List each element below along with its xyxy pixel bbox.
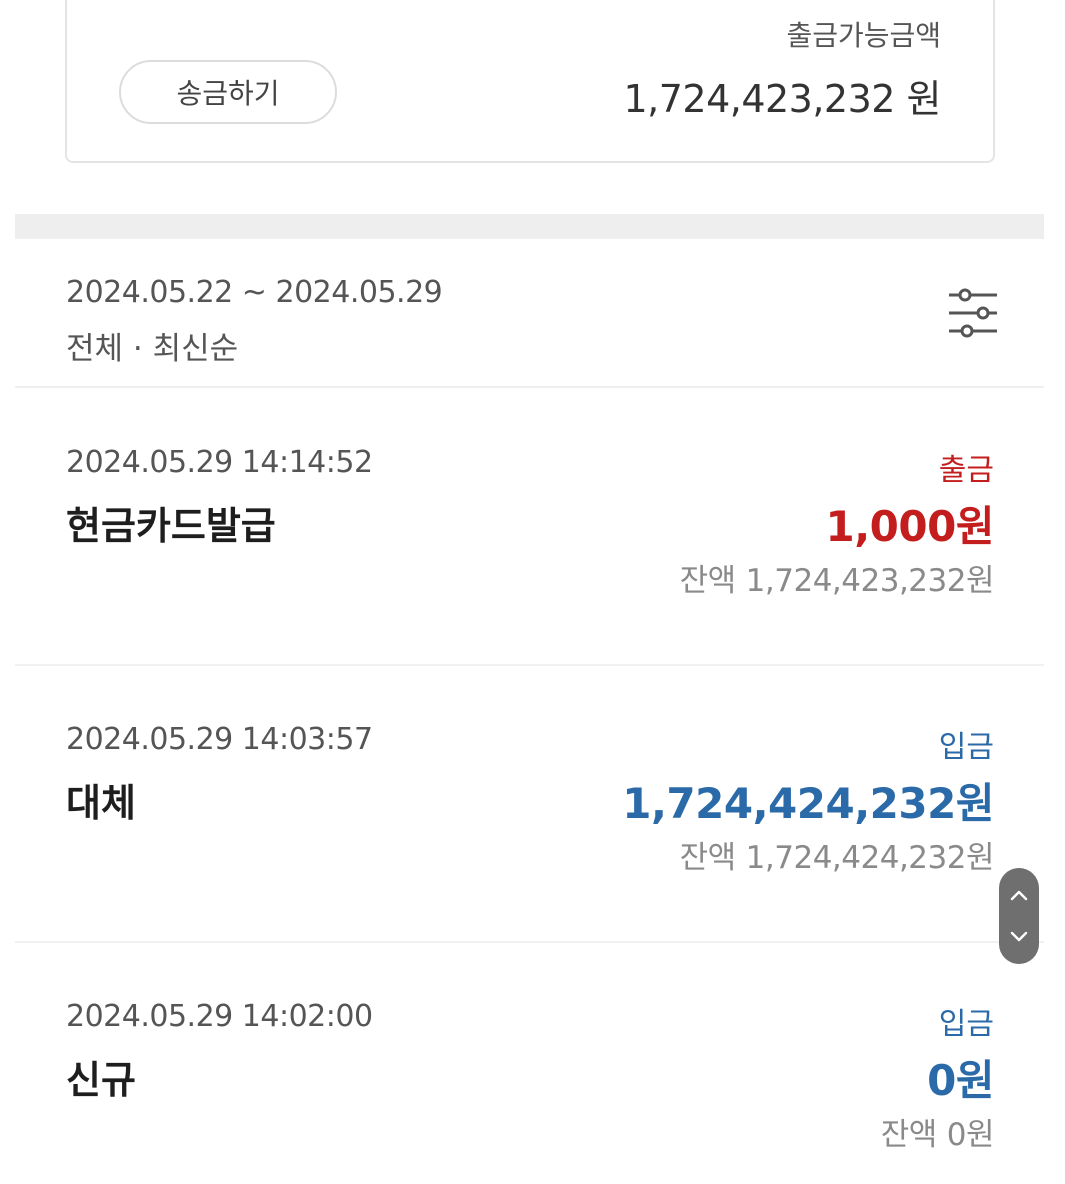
section-divider	[15, 214, 1044, 239]
available-amount-label: 출금가능금액	[786, 19, 941, 52]
transaction-row[interactable]: 2024.05.29 14:14:52 현금카드발급 출금 1,000원 잔액 1…	[15, 389, 1044, 666]
transaction-row[interactable]: 2024.05.29 14:03:57 대체 입금 1,724,424,232원…	[15, 666, 1044, 943]
transaction-row[interactable]: 2024.05.29 14:02:00 신규 입금 0원 잔액 0원	[15, 943, 1044, 1184]
balance-card: 송금하기 출금가능금액 1,724,423,232 원	[65, 0, 995, 163]
filter-summary-text: 전체 · 최신순	[66, 331, 239, 367]
chevron-down-icon	[1010, 931, 1028, 942]
balance-label: 잔액	[679, 840, 737, 876]
scroll-down-button[interactable]	[999, 920, 1039, 954]
filter-sliders-icon[interactable]	[945, 285, 1001, 341]
transaction-amount: 1,724,424,232원	[622, 779, 994, 828]
transaction-datetime: 2024.05.29 14:14:52	[66, 445, 373, 480]
transaction-type: 출금	[938, 453, 994, 488]
balance-value: 0원	[946, 1117, 995, 1153]
filter-sliders-icon-svg	[949, 288, 997, 338]
transaction-type: 입금	[938, 1007, 994, 1042]
available-amount-value: 1,724,423,232 원	[623, 77, 941, 121]
transaction-balance: 잔액 1,724,424,232원	[679, 832, 995, 877]
account-transactions-page: 송금하기 출금가능금액 1,724,423,232 원 2024.05.22 ~…	[0, 0, 1065, 1184]
transaction-title: 현금카드발급	[66, 504, 276, 548]
balance-label: 잔액	[880, 1117, 938, 1153]
scroll-control	[999, 868, 1039, 964]
filter-bar[interactable]: 2024.05.22 ~ 2024.05.29 전체 · 최신순	[15, 239, 1044, 388]
balance-value: 1,724,423,232원	[745, 563, 995, 599]
transaction-amount: 0원	[927, 1056, 994, 1105]
transaction-type: 입금	[938, 730, 994, 765]
date-range-text: 2024.05.22 ~ 2024.05.29	[66, 275, 443, 310]
chevron-up-icon	[1010, 890, 1028, 901]
transaction-amount: 1,000원	[825, 502, 995, 551]
balance-label: 잔액	[679, 563, 737, 599]
transaction-datetime: 2024.05.29 14:03:57	[66, 722, 373, 757]
transaction-balance: 잔액 1,724,423,232원	[679, 555, 995, 600]
transaction-title: 대체	[66, 781, 136, 825]
transaction-title: 신규	[66, 1058, 136, 1102]
scroll-up-button[interactable]	[999, 878, 1039, 912]
balance-value: 1,724,424,232원	[745, 840, 995, 876]
send-money-button[interactable]: 송금하기	[119, 60, 337, 124]
transaction-datetime: 2024.05.29 14:02:00	[66, 999, 373, 1034]
transaction-balance: 잔액 0원	[880, 1109, 995, 1154]
